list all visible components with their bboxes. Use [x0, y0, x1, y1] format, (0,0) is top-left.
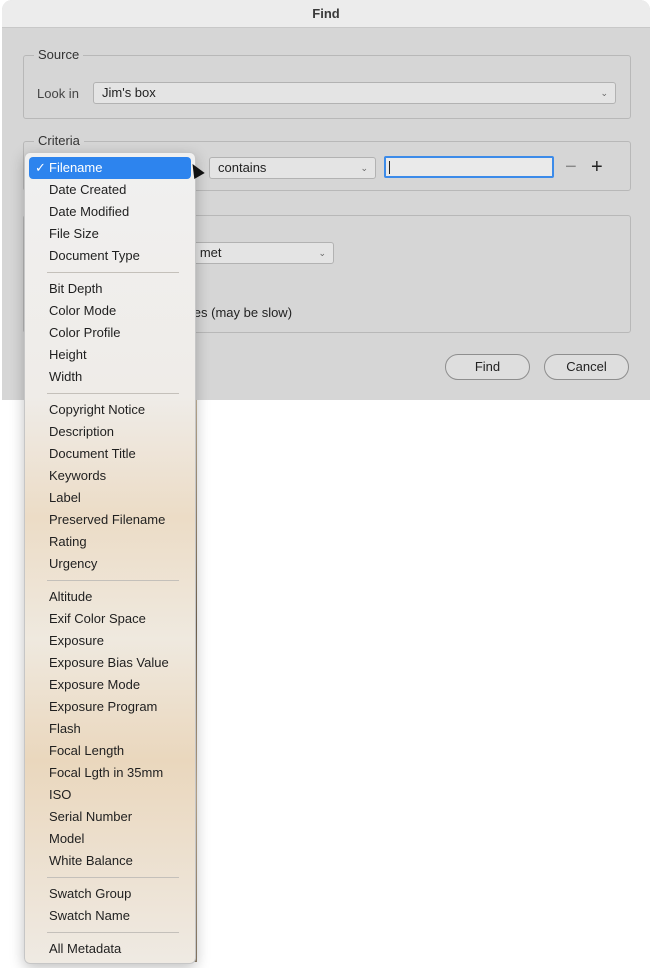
menu-item-description[interactable]: Description	[29, 421, 191, 443]
menu-item-label: Exif Color Space	[49, 611, 146, 626]
source-legend: Source	[34, 47, 84, 62]
menu-item-focal-lgth-in-35mm[interactable]: Focal Lgth in 35mm	[29, 762, 191, 784]
menu-item-label: Width	[49, 369, 83, 384]
menu-item-label: Document Type	[49, 248, 140, 263]
menu-item-label[interactable]: Label	[29, 487, 191, 509]
menu-item-exposure-bias-value[interactable]: Exposure Bias Value	[29, 652, 191, 674]
menu-item-swatch-group[interactable]: Swatch Group	[29, 883, 191, 905]
chevron-down-icon: ⌄	[318, 248, 326, 258]
include-subfolders-label: iles (may be slow)	[188, 305, 293, 320]
menu-item-label: Urgency	[49, 556, 98, 571]
add-criteria-button[interactable]: +	[591, 157, 603, 177]
menu-item-label: Swatch Group	[49, 886, 132, 901]
menu-item-label: Copyright Notice	[49, 402, 146, 417]
menu-item-exposure-mode[interactable]: Exposure Mode	[29, 674, 191, 696]
criteria-legend: Criteria	[34, 133, 84, 148]
menu-item-color-profile[interactable]: Color Profile	[29, 322, 191, 344]
menu-item-serial-number[interactable]: Serial Number	[29, 806, 191, 828]
menu-item-width[interactable]: Width	[29, 366, 191, 388]
criteria-field-menu[interactable]: ✓ Filename Date Created Date Modified File S…	[24, 152, 196, 964]
menu-separator	[47, 393, 179, 394]
menu-item-label: Date Modified	[49, 204, 130, 219]
menu-item-label: Focal Length	[49, 743, 125, 758]
menu-item-label: Description	[49, 424, 115, 439]
look-in-label: Look in	[37, 86, 79, 101]
menu-item-rating[interactable]: Rating	[29, 531, 191, 553]
menu-item-all-metadata[interactable]: All Metadata	[29, 938, 191, 960]
remove-criteria-button[interactable]: −	[565, 157, 577, 177]
menu-item-label: Filename	[49, 160, 103, 175]
menu-item-label: Exposure Bias Value	[49, 655, 169, 670]
menu-item-label: White Balance	[49, 853, 133, 868]
menu-item-urgency[interactable]: Urgency	[29, 553, 191, 575]
menu-item-document-type[interactable]: Document Type	[29, 245, 191, 267]
operator-select[interactable]: contains ⌄	[209, 157, 376, 179]
menu-separator	[47, 580, 179, 581]
menu-item-height[interactable]: Height	[29, 344, 191, 366]
menu-separator	[47, 932, 179, 933]
menu-separator	[47, 877, 179, 878]
menu-item-label: Altitude	[49, 589, 93, 604]
menu-item-label: Color Profile	[49, 325, 121, 340]
menu-item-label: Label	[49, 490, 81, 505]
menu-item-label: Model	[49, 831, 85, 846]
menu-item-flash[interactable]: Flash	[29, 718, 191, 740]
menu-item-date-modified[interactable]: Date Modified	[29, 201, 191, 223]
chevron-down-icon: ⌄	[600, 88, 608, 98]
menu-item-label: Focal Lgth in 35mm	[49, 765, 164, 780]
look-in-select[interactable]: Jim's box ⌄	[93, 82, 616, 104]
criteria-text-input[interactable]	[384, 156, 554, 178]
menu-item-altitude[interactable]: Altitude	[29, 586, 191, 608]
chevron-down-icon: ⌄	[360, 163, 368, 173]
menu-item-color-mode[interactable]: Color Mode	[29, 300, 191, 322]
menu-item-label: ISO	[49, 787, 72, 802]
menu-separator	[47, 272, 179, 273]
dialog-title: Find	[2, 0, 650, 28]
menu-item-filename[interactable]: ✓ Filename	[29, 157, 191, 179]
find-button[interactable]: Find	[445, 354, 530, 380]
menu-item-swatch-name[interactable]: Swatch Name	[29, 905, 191, 927]
look-in-value: Jim's box	[102, 85, 156, 100]
menu-item-label: Exposure Mode	[49, 677, 141, 692]
menu-item-date-created[interactable]: Date Created	[29, 179, 191, 201]
cancel-button[interactable]: Cancel	[544, 354, 629, 380]
menu-item-label: All Metadata	[49, 941, 122, 956]
menu-item-label: File Size	[49, 226, 99, 241]
menu-item-iso[interactable]: ISO	[29, 784, 191, 806]
menu-item-label: Bit Depth	[49, 281, 103, 296]
menu-item-label: Rating	[49, 534, 87, 549]
menu-item-white-balance[interactable]: White Balance	[29, 850, 191, 872]
menu-item-label: Serial Number	[49, 809, 133, 824]
menu-item-bit-depth[interactable]: Bit Depth	[29, 278, 191, 300]
menu-item-label: Color Mode	[49, 303, 117, 318]
menu-item-keywords[interactable]: Keywords	[29, 465, 191, 487]
menu-item-focal-length[interactable]: Focal Length	[29, 740, 191, 762]
menu-item-preserved-filename[interactable]: Preserved Filename	[29, 509, 191, 531]
menu-item-document-title[interactable]: Document Title	[29, 443, 191, 465]
menu-item-exif-color-space[interactable]: Exif Color Space	[29, 608, 191, 630]
menu-item-model[interactable]: Model	[29, 828, 191, 850]
checkmark-icon: ✓	[35, 160, 46, 175]
menu-item-copyright-notice[interactable]: Copyright Notice	[29, 399, 191, 421]
operator-value: contains	[218, 160, 267, 175]
menu-item-file-size[interactable]: File Size	[29, 223, 191, 245]
text-caret	[389, 161, 390, 174]
menu-item-label: Height	[49, 347, 87, 362]
menu-item-exposure[interactable]: Exposure	[29, 630, 191, 652]
menu-item-label: Flash	[49, 721, 81, 736]
menu-item-label: Document Title	[49, 446, 136, 461]
menu-item-label: Keywords	[49, 468, 107, 483]
menu-item-label: Preserved Filename	[49, 512, 166, 527]
menu-item-label: Swatch Name	[49, 908, 130, 923]
menu-item-label: Date Created	[49, 182, 127, 197]
menu-item-label: Exposure Program	[49, 699, 158, 714]
menu-item-label: Exposure	[49, 633, 104, 648]
menu-item-exposure-program[interactable]: Exposure Program	[29, 696, 191, 718]
